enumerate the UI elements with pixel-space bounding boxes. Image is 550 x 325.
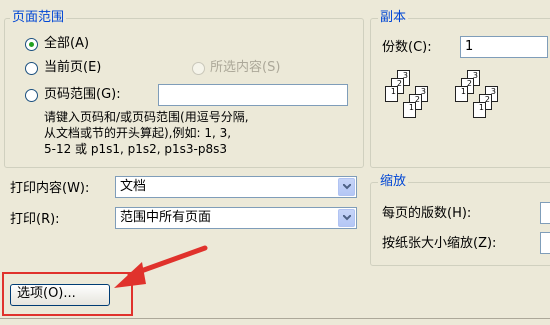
print-range-dropdown-button[interactable]: [338, 209, 355, 227]
copies-count-input[interactable]: 1: [460, 36, 548, 58]
print-what-dropdown-button[interactable]: [338, 178, 355, 196]
page-1-icon: 1: [455, 86, 468, 102]
page-range-hint-line1: 请键入页码和/或页码范围(用逗号分隔,: [44, 110, 249, 124]
pages-per-sheet-label: 每页的版数(H):: [382, 206, 472, 221]
scale-to-paper-label: 按纸张大小缩放(Z):: [382, 236, 497, 251]
print-range-select[interactable]: 范围中所有页面: [115, 207, 357, 229]
print-what-value: 文档: [120, 179, 147, 194]
page-range-input[interactable]: [158, 84, 348, 106]
page-range-legend: 页面范围: [10, 10, 67, 25]
print-what-label: 打印内容(W):: [10, 181, 90, 196]
page-range-radio[interactable]: [25, 89, 38, 102]
pages-per-sheet-select[interactable]: [540, 202, 550, 224]
current-page-label[interactable]: 当前页(E): [44, 60, 101, 75]
page-range-label[interactable]: 页码范围(G):: [44, 87, 121, 102]
zoom-group: [370, 182, 550, 266]
selection-radio: [192, 62, 205, 75]
copies-count-label: 份数(C):: [382, 40, 432, 55]
chevron-down-icon: [343, 215, 351, 221]
zoom-legend: 缩放: [378, 174, 409, 189]
current-page-radio[interactable]: [25, 62, 38, 75]
print-range-label: 打印(R):: [10, 212, 60, 227]
copies-legend: 副本: [378, 10, 409, 25]
collate-pages-icon-2: 3 2 1 3 2 1: [455, 70, 515, 130]
all-pages-label[interactable]: 全部(A): [44, 36, 89, 51]
collate-pages-icon: 3 2 1 3 2 1: [385, 70, 445, 130]
print-what-select[interactable]: 文档: [115, 176, 357, 198]
page-range-hint-line3: 5-12 或 p1s1, p1s2, p1s3-p8s3: [44, 142, 228, 156]
page-1-icon: 1: [473, 102, 486, 118]
options-button-label: 选项(O)...: [17, 286, 76, 301]
selection-label: 所选内容(S): [210, 60, 281, 75]
dialog-bottom-divider: [0, 318, 550, 319]
copies-count-value: 1: [465, 39, 474, 54]
print-range-value: 范围中所有页面: [120, 210, 212, 225]
chevron-down-icon: [343, 184, 351, 190]
pointer-arrow-icon: [114, 245, 208, 288]
page-1-icon: 1: [403, 102, 416, 118]
page-1-icon: 1: [385, 86, 398, 102]
options-button[interactable]: 选项(O)...: [10, 284, 110, 306]
all-pages-radio[interactable]: [25, 38, 38, 51]
scale-to-paper-select[interactable]: [540, 232, 550, 254]
page-range-hint-line2: 从文档或节的开头算起),例如: 1, 3,: [44, 126, 232, 140]
